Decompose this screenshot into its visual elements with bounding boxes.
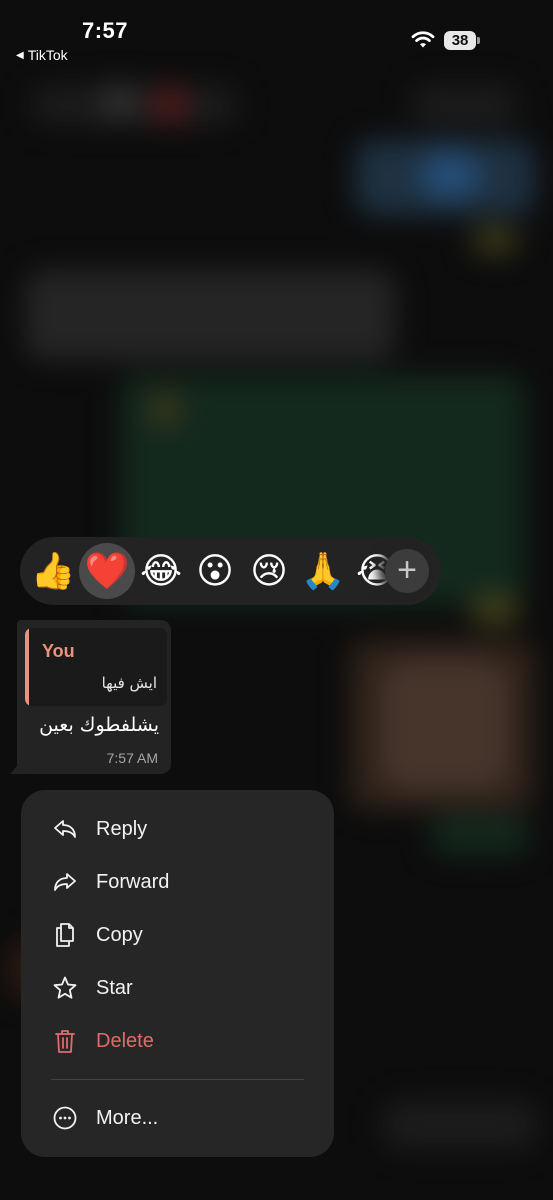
menu-item-copy[interactable]: Copy [21, 912, 334, 958]
star-icon [52, 975, 78, 1001]
more-reactions-button[interactable]: + [385, 549, 429, 593]
reaction-surprised[interactable]: 😮 [187, 543, 243, 599]
menu-label-more: More... [96, 1106, 159, 1129]
more-icon [52, 1105, 78, 1131]
menu-item-star[interactable]: Star [21, 965, 334, 1011]
back-triangle-icon: ◀ [16, 49, 24, 61]
menu-label-copy: Copy [96, 923, 143, 946]
battery-cap [477, 36, 480, 44]
message-text: يشلفطوك بعين [39, 714, 159, 736]
reaction-heart[interactable]: ❤️ [79, 543, 135, 599]
copy-icon [52, 922, 78, 948]
message-context-menu: Reply Forward Copy Star Delete More... [21, 790, 334, 1157]
menu-item-more[interactable]: More... [21, 1095, 334, 1141]
menu-label-delete: Delete [96, 1029, 154, 1052]
battery-level: 38 [444, 30, 477, 50]
quote-author: You [42, 641, 75, 661]
forward-icon [52, 869, 78, 895]
reaction-thumbs-up[interactable]: 👍 [25, 543, 81, 599]
back-to-app-link[interactable]: ◀ TikTok [16, 47, 68, 63]
battery-indicator: 38 [444, 30, 480, 50]
message-bubble[interactable]: You ايش فيها يشلفطوك بعين 7:57 AM [17, 620, 171, 774]
menu-item-delete[interactable]: Delete [21, 1018, 334, 1064]
menu-item-forward[interactable]: Forward [21, 859, 334, 905]
message-time: 7:57 AM [106, 750, 158, 766]
quote-accent-bar [25, 628, 29, 706]
quoted-message[interactable]: You ايش فيها [25, 628, 167, 706]
wifi-icon [411, 31, 435, 48]
menu-item-reply[interactable]: Reply [21, 806, 334, 852]
back-app-label: TikTok [27, 47, 68, 63]
reaction-pray[interactable]: 🙏 [295, 543, 351, 599]
trash-icon [52, 1028, 78, 1054]
menu-label-star: Star [96, 976, 133, 999]
reaction-laughing[interactable]: 😂 [133, 543, 189, 599]
reply-icon [52, 816, 78, 842]
menu-label-reply: Reply [96, 817, 148, 840]
quote-text: ايش فيها [101, 674, 157, 692]
status-time: 7:57 [82, 18, 129, 43]
menu-label-forward: Forward [96, 870, 170, 893]
reaction-sad[interactable]: 😢 [241, 543, 297, 599]
menu-divider [51, 1079, 304, 1080]
reaction-bar: 👍 ❤️ 😂 😮 😢 🙏 😭 + [20, 537, 441, 605]
